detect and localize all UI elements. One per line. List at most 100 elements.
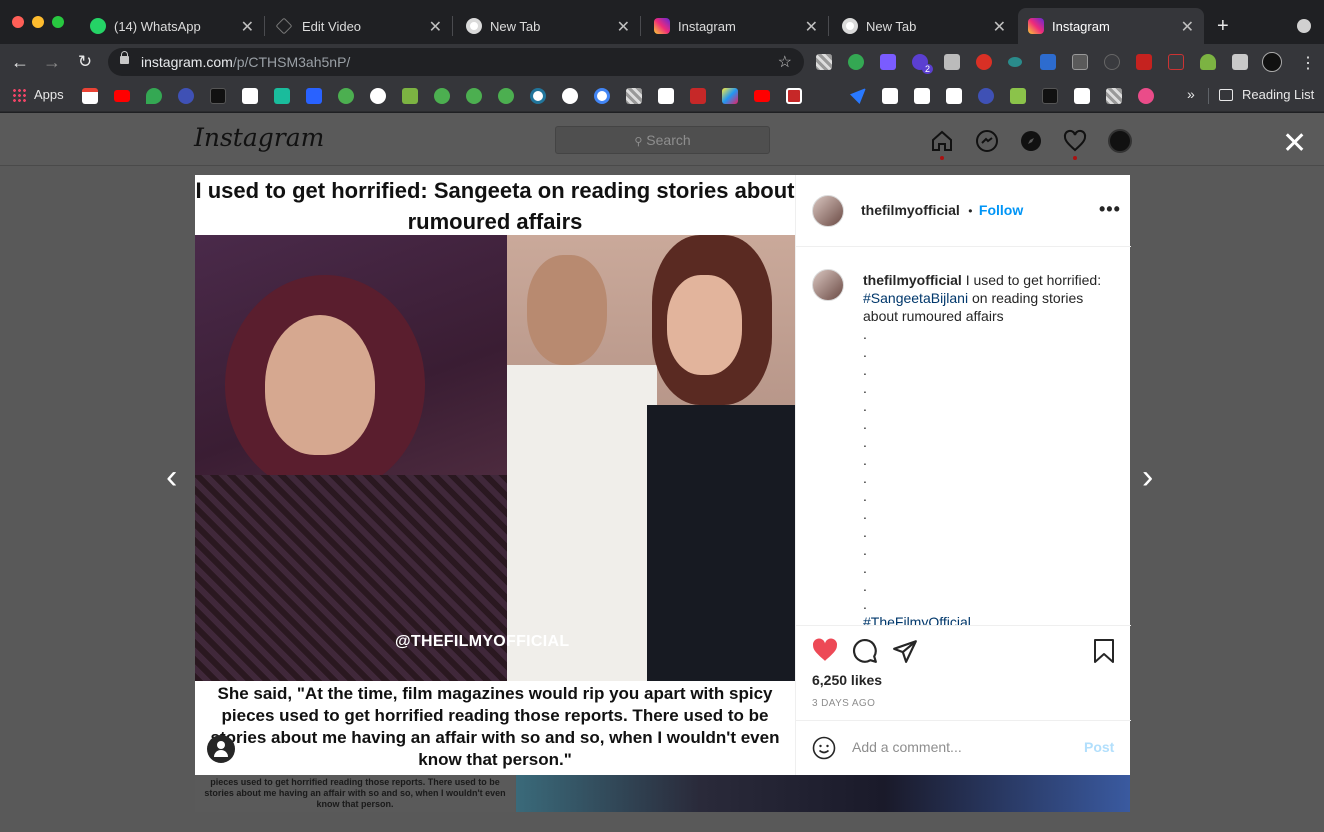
activity-heart-icon[interactable] xyxy=(1063,129,1087,153)
reload-icon[interactable]: ↻ xyxy=(74,52,96,72)
tab-new-tab[interactable]: New Tab ✕ xyxy=(832,8,1016,44)
more-bookmarks-icon[interactable]: » xyxy=(1187,86,1195,102)
back-icon[interactable]: ← xyxy=(9,52,31,73)
like-count[interactable]: 6,250 likes xyxy=(812,672,882,688)
new-tab-button[interactable]: + xyxy=(1217,15,1229,38)
tab-instagram-active[interactable]: Instagram ✕ xyxy=(1018,8,1204,44)
extension-icon[interactable] xyxy=(1168,54,1184,70)
grammarly-icon[interactable] xyxy=(848,54,864,70)
bookmark-icon[interactable] xyxy=(1010,88,1026,104)
bookmark-icon[interactable] xyxy=(1042,88,1058,104)
liked-heart-icon[interactable] xyxy=(812,638,838,662)
close-icon[interactable]: ✕ xyxy=(805,17,818,37)
bookmark-icon[interactable] xyxy=(338,88,354,104)
instagram-logo[interactable]: Instagram xyxy=(194,123,324,152)
bookmark-icon[interactable] xyxy=(786,88,802,104)
previous-post-arrow-icon[interactable]: ‹ xyxy=(166,458,177,497)
caption-username[interactable]: thefilmyofficial xyxy=(863,272,962,288)
follow-button[interactable]: Follow xyxy=(979,202,1023,218)
bookmark-icon[interactable] xyxy=(626,88,642,104)
extension-icon[interactable] xyxy=(880,54,896,70)
emoji-icon[interactable] xyxy=(812,736,836,760)
bookmark-icon[interactable] xyxy=(402,88,418,104)
bookmark-icon[interactable] xyxy=(274,88,290,104)
bookmark-icon[interactable] xyxy=(242,88,258,104)
messenger-icon[interactable] xyxy=(975,129,999,153)
extension-icon[interactable] xyxy=(1104,54,1120,70)
save-bookmark-icon[interactable] xyxy=(1092,638,1116,664)
tagged-users-icon[interactable] xyxy=(207,735,235,763)
author-username[interactable]: thefilmyofficial xyxy=(861,202,960,218)
next-post-arrow-icon[interactable]: › xyxy=(1142,458,1153,497)
close-icon[interactable]: ✕ xyxy=(617,17,630,37)
bookmark-icon[interactable] xyxy=(306,88,322,104)
bookmark-icon[interactable] xyxy=(498,88,514,104)
bookmark-icon[interactable] xyxy=(722,88,738,104)
bookmark-icon[interactable] xyxy=(978,88,994,104)
tab-edit-video[interactable]: Edit Video ✕ xyxy=(268,8,452,44)
address-bar[interactable]: instagram.com/p/CTHSM3ah5nP/ ☆ xyxy=(108,48,804,76)
window-minimize-button[interactable] xyxy=(32,16,44,28)
author-avatar[interactable] xyxy=(812,195,844,227)
amazon-icon[interactable] xyxy=(882,88,898,104)
android-icon[interactable] xyxy=(1200,54,1216,70)
caption-hashtag[interactable]: #SangeetaBijlani xyxy=(863,290,968,306)
bookmark-icon[interactable] xyxy=(434,88,450,104)
extension-icon[interactable] xyxy=(976,54,992,70)
extension-icon[interactable] xyxy=(944,54,960,70)
send-icon[interactable] xyxy=(850,88,866,104)
google-icon[interactable] xyxy=(594,88,610,104)
globe-icon[interactable] xyxy=(370,88,386,104)
puzzle-icon[interactable] xyxy=(1232,54,1248,70)
comment-icon[interactable] xyxy=(852,638,878,664)
dribbble-icon[interactable] xyxy=(1138,88,1154,104)
medium-icon[interactable] xyxy=(210,88,226,104)
qr-extension-icon[interactable] xyxy=(816,54,832,70)
extension-icon[interactable] xyxy=(1008,57,1022,67)
browser-menu-icon[interactable]: ⋮ xyxy=(1300,53,1316,73)
post-image[interactable]: I used to get horrified: Sangeeta on rea… xyxy=(195,175,795,775)
wordpress-icon[interactable] xyxy=(530,88,546,104)
tab-whatsapp[interactable]: (14) WhatsApp ✕ xyxy=(80,8,264,44)
forward-icon[interactable]: → xyxy=(41,52,63,73)
amazon-icon[interactable] xyxy=(914,88,930,104)
close-icon[interactable]: ✕ xyxy=(993,17,1006,37)
maps-icon[interactable] xyxy=(146,88,162,104)
share-icon[interactable] xyxy=(892,638,918,664)
explore-icon[interactable] xyxy=(1019,129,1043,153)
close-icon[interactable]: ✕ xyxy=(1181,17,1194,37)
bookmark-icon[interactable] xyxy=(1106,88,1122,104)
caption-avatar[interactable] xyxy=(812,269,844,301)
close-modal-icon[interactable]: ✕ xyxy=(1282,129,1307,159)
search-input[interactable]: ⚲ Search xyxy=(555,126,770,154)
extension-icon[interactable] xyxy=(1136,54,1152,70)
tab-new-tab[interactable]: New Tab ✕ xyxy=(456,8,640,44)
youtube-icon[interactable] xyxy=(754,90,770,102)
globe-icon[interactable] xyxy=(562,88,578,104)
close-icon[interactable]: ✕ xyxy=(429,17,442,37)
profile-avatar[interactable] xyxy=(1108,129,1132,153)
bookmark-icon[interactable] xyxy=(690,88,706,104)
apps-shortcut[interactable]: Apps xyxy=(12,87,64,102)
home-icon[interactable] xyxy=(930,129,954,153)
bookmark-star-icon[interactable]: ☆ xyxy=(778,52,792,72)
gmail-icon[interactable] xyxy=(82,88,98,104)
post-date[interactable]: 3 DAYS AGO xyxy=(812,698,875,709)
window-close-button[interactable] xyxy=(12,16,24,28)
yahoo-icon[interactable] xyxy=(658,88,674,104)
close-icon[interactable]: ✕ xyxy=(241,17,254,37)
tab-instagram[interactable]: Instagram ✕ xyxy=(644,8,828,44)
extension-icon[interactable] xyxy=(1072,54,1088,70)
youtube-icon[interactable] xyxy=(114,90,130,102)
bookmark-icon[interactable] xyxy=(178,88,194,104)
reading-list-button[interactable]: Reading List xyxy=(1219,87,1314,102)
tab-search-icon[interactable] xyxy=(1297,19,1311,33)
window-zoom-button[interactable] xyxy=(52,16,64,28)
amazon-icon[interactable] xyxy=(1074,88,1090,104)
comment-input[interactable]: Add a comment... xyxy=(852,739,962,755)
caption-tail-hashtag[interactable]: #TheFilmyOfficial xyxy=(863,613,971,625)
more-options-icon[interactable]: ••• xyxy=(1099,199,1121,220)
bookmark-icon[interactable] xyxy=(818,88,834,104)
post-comment-button[interactable]: Post xyxy=(1084,739,1114,755)
profile-avatar[interactable] xyxy=(1262,52,1282,72)
